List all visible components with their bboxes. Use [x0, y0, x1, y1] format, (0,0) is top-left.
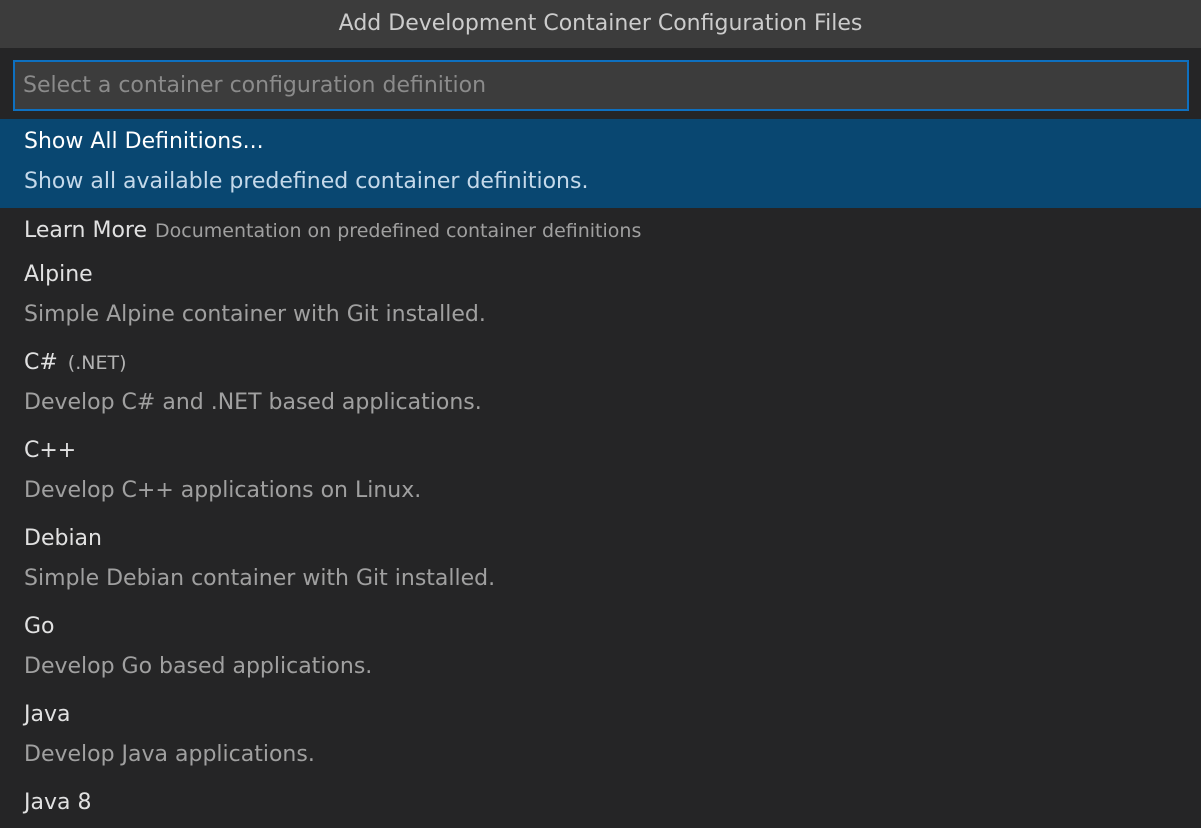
search-input-container: [13, 60, 1189, 111]
list-item-detail: Simple Alpine container with Git install…: [24, 302, 486, 327]
list-item-description: Documentation on predefined container de…: [155, 220, 642, 242]
list-item-detail: Develop C++ applications on Linux.: [24, 478, 422, 503]
list-item-cpp[interactable]: C++ Develop C++ applications on Linux.: [0, 428, 1201, 516]
list-item-detail: Simple Debian container with Git install…: [24, 566, 496, 591]
list-item-label: C++: [24, 438, 77, 463]
dialog-title: Add Development Container Configuration …: [0, 0, 1201, 48]
list-item-label: Learn More Documentation on predefined co…: [24, 216, 641, 246]
list-item-learn-more[interactable]: Learn More Documentation on predefined co…: [0, 208, 1201, 252]
list-item-label: Go: [24, 614, 55, 639]
list-item-label: C# (.NET): [24, 348, 127, 378]
list-item-label-text: C#: [24, 350, 58, 375]
list-item-java-8[interactable]: Java 8: [0, 780, 1201, 828]
search-input[interactable]: [15, 62, 1187, 109]
list-item-go[interactable]: Go Develop Go based applications.: [0, 604, 1201, 692]
list-item-label: Java 8: [24, 790, 92, 815]
list-item-detail: Develop C# and .NET based applications.: [24, 390, 482, 415]
definition-list: Show All Definitions... Show all availab…: [0, 119, 1201, 828]
list-item-csharp[interactable]: C# (.NET) Develop C# and .NET based appli…: [0, 340, 1201, 428]
list-item-alpine[interactable]: Alpine Simple Alpine container with Git …: [0, 252, 1201, 340]
list-item-java[interactable]: Java Develop Java applications.: [0, 692, 1201, 780]
quick-pick-panel: Add Development Container Configuration …: [0, 0, 1201, 828]
list-item-show-all-definitions[interactable]: Show All Definitions... Show all availab…: [0, 119, 1201, 208]
list-item-detail: Show all available predefined container …: [24, 169, 589, 194]
list-item-label: Debian: [24, 526, 102, 551]
list-item-label: Java: [24, 702, 71, 727]
list-item-label: Show All Definitions...: [24, 129, 264, 154]
list-item-label: Alpine: [24, 262, 93, 287]
list-item-detail: Develop Java applications.: [24, 742, 315, 767]
list-item-label-text: Learn More: [24, 218, 148, 243]
list-item-detail: Develop Go based applications.: [24, 654, 373, 679]
list-item-debian[interactable]: Debian Simple Debian container with Git …: [0, 516, 1201, 604]
list-item-label-extra: (.NET): [67, 352, 127, 374]
